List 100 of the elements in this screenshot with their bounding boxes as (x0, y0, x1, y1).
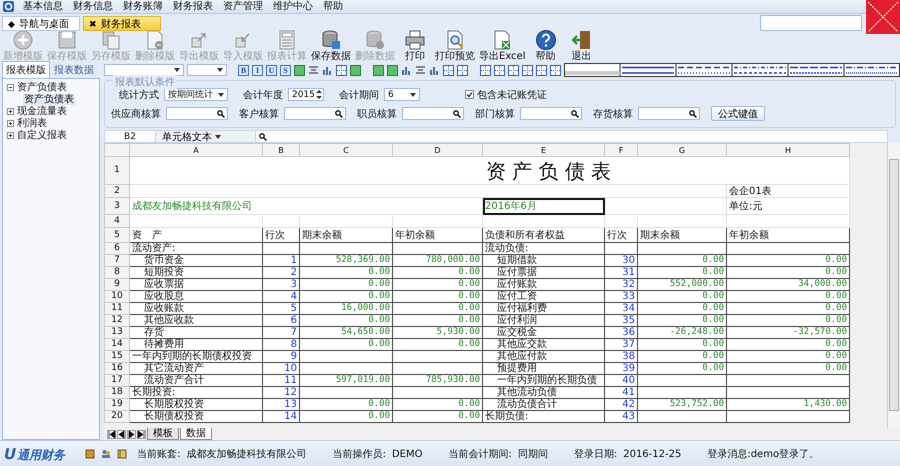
grid-icon[interactable] (494, 64, 505, 76)
nav-arrow-icon[interactable] (107, 430, 116, 438)
nav-arrow-icon[interactable] (127, 430, 136, 438)
table-cell[interactable]: 2016年6月 (482, 198, 604, 214)
search-field[interactable] (284, 107, 346, 120)
row-number[interactable]: 8 (104, 266, 130, 278)
row-number[interactable]: 1 (104, 156, 130, 184)
tab[interactable]: ✖ 财务报表 (83, 16, 161, 31)
row-number[interactable]: 10 (104, 290, 130, 302)
search-field[interactable] (638, 107, 700, 120)
row-number[interactable]: 18 (104, 386, 130, 398)
close-icon[interactable] (866, 0, 900, 34)
nav-arrow-icon[interactable] (117, 430, 126, 438)
select-field[interactable]: 6 (384, 88, 420, 101)
grid-icon[interactable] (508, 64, 519, 76)
menu-item[interactable]: 帮助 (318, 0, 348, 12)
row-number[interactable]: 9 (104, 278, 130, 290)
tree-item[interactable]: 资产负债表 (23, 94, 75, 104)
row-number[interactable]: 14 (104, 338, 130, 350)
color-icon[interactable] (387, 64, 398, 76)
menu-item[interactable]: 维护中心 (268, 0, 318, 12)
tree-item[interactable]: 利润表 (16, 118, 48, 128)
menu-item[interactable]: 财务报表 (168, 0, 218, 12)
tab[interactable]: 报表数据 (50, 61, 98, 78)
search-field[interactable] (520, 107, 582, 120)
grid-icon[interactable] (550, 64, 561, 76)
color-icon[interactable] (294, 64, 305, 76)
sheet-tab[interactable]: 模板 (147, 428, 179, 440)
row-number[interactable]: 13 (104, 326, 130, 338)
row-number[interactable]: 19 (104, 398, 130, 410)
menu-item[interactable]: 财务账簿 (118, 0, 168, 12)
checkbox[interactable]: 包含未记账凭证 (465, 88, 547, 102)
row-number[interactable]: 5 (104, 228, 130, 242)
row-number[interactable]: 4 (104, 214, 130, 228)
row-number[interactable]: 20 (104, 410, 130, 422)
minus-icon[interactable] (7, 84, 14, 90)
toolbar-button[interactable]: 打印 (397, 29, 433, 62)
row-number[interactable]: 15 (104, 350, 130, 362)
align-icon[interactable] (415, 64, 426, 76)
toolbar-button[interactable]: 保存数据 (309, 29, 353, 62)
column-header[interactable]: E (482, 144, 604, 156)
grid-icon[interactable] (480, 64, 491, 76)
column-header[interactable]: C (300, 144, 392, 156)
row-number[interactable]: 2 (104, 184, 130, 198)
format-button[interactable]: B (238, 64, 249, 76)
color-icon[interactable] (373, 64, 384, 76)
menu-item[interactable]: 基本信息 (18, 0, 68, 12)
line-styles-drawing[interactable] (564, 63, 900, 77)
column-header[interactable]: D (392, 144, 482, 156)
menu-item[interactable]: 资产管理 (218, 0, 268, 12)
chart-icon[interactable] (429, 64, 440, 76)
select-field[interactable]: 按期间统计 (164, 88, 228, 101)
grid-icon[interactable] (443, 64, 454, 76)
spin-arrows-icon[interactable] (315, 89, 323, 100)
spin-field[interactable]: 2015 (288, 88, 324, 101)
scrollbar-thumb[interactable] (889, 159, 899, 411)
format-button[interactable]: S (280, 64, 291, 76)
group-icon[interactable] (101, 449, 112, 459)
row-number[interactable]: 3 (104, 198, 130, 214)
sheet-tab[interactable]: 数据 (180, 428, 212, 440)
chart-icon[interactable] (322, 64, 333, 76)
toolbar-button[interactable]: 导出Excel (477, 29, 528, 62)
format-button[interactable]: U (266, 64, 277, 76)
search-field[interactable] (402, 107, 464, 120)
align-icon[interactable] (308, 64, 319, 76)
format-button[interactable]: I (252, 64, 263, 76)
row-number[interactable]: 11 (104, 302, 130, 314)
search-field[interactable] (760, 15, 862, 31)
corner-cell[interactable] (104, 144, 130, 156)
row-number[interactable]: 16 (104, 362, 130, 374)
row-number[interactable]: 17 (104, 374, 130, 386)
tree-item[interactable]: 自定义报表 (16, 130, 68, 140)
row-number[interactable]: 12 (104, 314, 130, 326)
grid-icon[interactable] (536, 64, 547, 76)
tree-item[interactable]: 现金流量表 (16, 106, 68, 116)
plus-icon[interactable] (7, 108, 14, 114)
toolbar-button[interactable]: 打印预览 (433, 29, 477, 62)
book-icon[interactable] (117, 449, 128, 459)
formula-button[interactable]: 公式键值 (711, 106, 765, 121)
tree-item[interactable]: 资产负债表 (16, 82, 68, 92)
checkbox-icon[interactable] (465, 90, 474, 99)
search-field[interactable] (166, 107, 228, 120)
tab[interactable]: ◆ 导航与桌面 (2, 16, 80, 31)
box-icon[interactable] (85, 449, 96, 459)
chart-icon[interactable] (401, 64, 412, 76)
size-dropdown[interactable] (187, 64, 227, 76)
tab[interactable]: 报表模版 (2, 61, 50, 78)
column-header[interactable]: H (726, 144, 850, 156)
plus-icon[interactable] (7, 132, 14, 138)
color-icon[interactable] (350, 64, 361, 76)
column-header[interactable]: G (638, 144, 726, 156)
column-header[interactable]: B (262, 144, 300, 156)
toolbar-button[interactable]: 帮助 (528, 29, 564, 62)
grid-icon[interactable] (336, 64, 347, 76)
toolbar-button[interactable]: 退出 (564, 29, 600, 62)
plus-icon[interactable] (7, 120, 14, 126)
menu-item[interactable]: 财务信息 (68, 0, 118, 12)
row-number[interactable]: 6 (104, 242, 130, 254)
nav-arrow-icon[interactable] (137, 430, 146, 438)
column-header[interactable]: F (604, 144, 638, 156)
